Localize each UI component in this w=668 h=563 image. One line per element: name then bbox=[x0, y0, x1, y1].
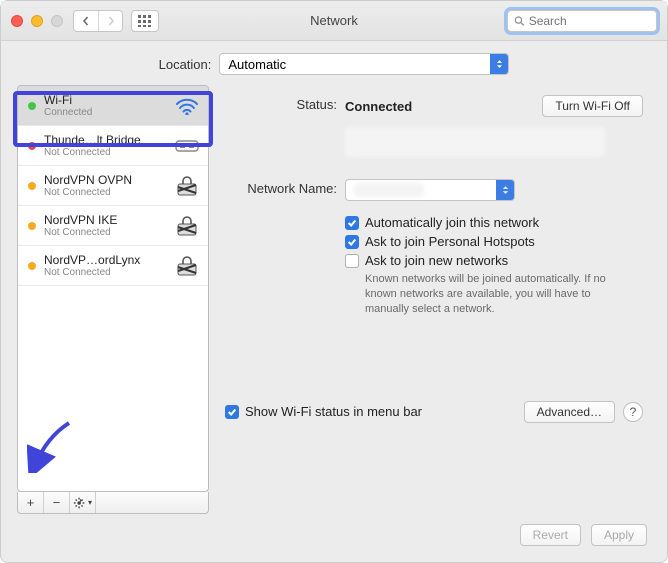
service-actions-menu[interactable]: ▾ bbox=[70, 492, 96, 513]
ask-hotspot-label: Ask to join Personal Hotspots bbox=[365, 234, 535, 249]
status-label: Status: bbox=[225, 95, 345, 112]
advanced-button[interactable]: Advanced… bbox=[524, 401, 615, 423]
status-dot-icon bbox=[28, 142, 36, 150]
status-dot-icon bbox=[28, 222, 36, 230]
sidebar-item-label: NordVPN IKE bbox=[44, 213, 166, 227]
ask-new-checkbox[interactable] bbox=[345, 254, 359, 268]
zoom-window-button[interactable] bbox=[51, 15, 63, 27]
minimize-window-button[interactable] bbox=[31, 15, 43, 27]
sidebar-item-label: NordVP…ordLynx bbox=[44, 253, 166, 267]
toolbar-spacer bbox=[96, 492, 208, 513]
show-all-button[interactable] bbox=[131, 10, 159, 32]
sidebar-item-nordvpn-lynx[interactable]: NordVP…ordLynx Not Connected bbox=[18, 246, 208, 286]
forward-button[interactable] bbox=[98, 11, 122, 31]
location-label: Location: bbox=[159, 57, 212, 72]
select-arrows-icon bbox=[490, 54, 508, 74]
bridge-icon bbox=[174, 136, 200, 156]
wifi-toggle-button[interactable]: Turn Wi-Fi Off bbox=[542, 95, 643, 117]
traffic-lights bbox=[11, 15, 63, 27]
apply-button[interactable]: Apply bbox=[591, 524, 647, 546]
location-row: Location: Automatic bbox=[1, 41, 667, 85]
search-field[interactable] bbox=[507, 10, 657, 32]
network-name-select[interactable] bbox=[345, 179, 515, 201]
network-name-redacted bbox=[354, 183, 424, 197]
revert-button[interactable]: Revert bbox=[520, 524, 581, 546]
status-dot-icon bbox=[28, 182, 36, 190]
sidebar-item-nordvpn-ovpn[interactable]: NordVPN OVPN Not Connected bbox=[18, 166, 208, 206]
detail-pane: Status: Connected Turn Wi-Fi Off Network… bbox=[215, 85, 651, 514]
ask-new-hint: Known networks will be joined automatica… bbox=[365, 272, 635, 317]
status-dot-icon bbox=[28, 262, 36, 270]
help-button[interactable]: ? bbox=[623, 402, 643, 422]
sidebar-item-sublabel: Not Connected bbox=[44, 227, 166, 238]
sidebar-item-wifi[interactable]: Wi-Fi Connected bbox=[18, 86, 208, 126]
gear-icon bbox=[73, 496, 87, 510]
status-detail-redacted bbox=[345, 127, 605, 157]
search-icon bbox=[514, 15, 525, 27]
sidebar-item-label: Wi-Fi bbox=[44, 93, 166, 107]
back-button[interactable] bbox=[74, 11, 98, 31]
nav-buttons bbox=[73, 10, 123, 32]
chevron-right-icon bbox=[106, 16, 116, 26]
sidebar-item-nordvpn-ike[interactable]: NordVPN IKE Not Connected bbox=[18, 206, 208, 246]
sidebar-item-label: NordVPN OVPN bbox=[44, 173, 166, 187]
services-sidebar-container: Wi-Fi Connected Thunde…lt Bridge Not Con… bbox=[17, 85, 209, 514]
grid-icon bbox=[138, 15, 152, 27]
services-list: Wi-Fi Connected Thunde…lt Bridge Not Con… bbox=[17, 85, 209, 492]
status-value: Connected bbox=[345, 99, 412, 114]
select-arrows-icon bbox=[496, 180, 514, 200]
ask-new-label: Ask to join new networks bbox=[365, 253, 508, 268]
location-value: Automatic bbox=[228, 57, 286, 72]
status-dot-icon bbox=[28, 102, 36, 110]
sidebar-item-label: Thunde…lt Bridge bbox=[44, 133, 166, 147]
auto-join-label: Automatically join this network bbox=[365, 215, 539, 230]
network-name-label: Network Name: bbox=[225, 179, 345, 196]
remove-service-button[interactable]: − bbox=[44, 492, 70, 513]
sidebar-item-sublabel: Not Connected bbox=[44, 187, 166, 198]
chevron-down-icon: ▾ bbox=[88, 498, 92, 507]
vpn-lock-icon bbox=[174, 216, 200, 236]
window-footer: Revert Apply bbox=[1, 514, 667, 562]
show-status-label: Show Wi-Fi status in menu bar bbox=[245, 404, 422, 419]
services-toolbar: + − ▾ bbox=[17, 492, 209, 514]
chevron-left-icon bbox=[81, 16, 91, 26]
location-select[interactable]: Automatic bbox=[219, 53, 509, 75]
vpn-lock-icon bbox=[174, 256, 200, 276]
ask-hotspot-checkbox[interactable] bbox=[345, 235, 359, 249]
titlebar: Network bbox=[1, 1, 667, 41]
sidebar-item-sublabel: Not Connected bbox=[44, 267, 166, 278]
sidebar-item-sublabel: Connected bbox=[44, 107, 166, 118]
sidebar-item-thunderbolt-bridge[interactable]: Thunde…lt Bridge Not Connected bbox=[18, 126, 208, 166]
auto-join-checkbox[interactable] bbox=[345, 216, 359, 230]
sidebar-item-sublabel: Not Connected bbox=[44, 147, 166, 158]
vpn-lock-icon bbox=[174, 176, 200, 196]
close-window-button[interactable] bbox=[11, 15, 23, 27]
show-status-checkbox[interactable] bbox=[225, 405, 239, 419]
wifi-icon bbox=[174, 96, 200, 116]
search-input[interactable] bbox=[529, 14, 650, 28]
network-preferences-window: Network Location: Automatic Wi-Fi bbox=[0, 0, 668, 563]
add-service-button[interactable]: + bbox=[18, 492, 44, 513]
